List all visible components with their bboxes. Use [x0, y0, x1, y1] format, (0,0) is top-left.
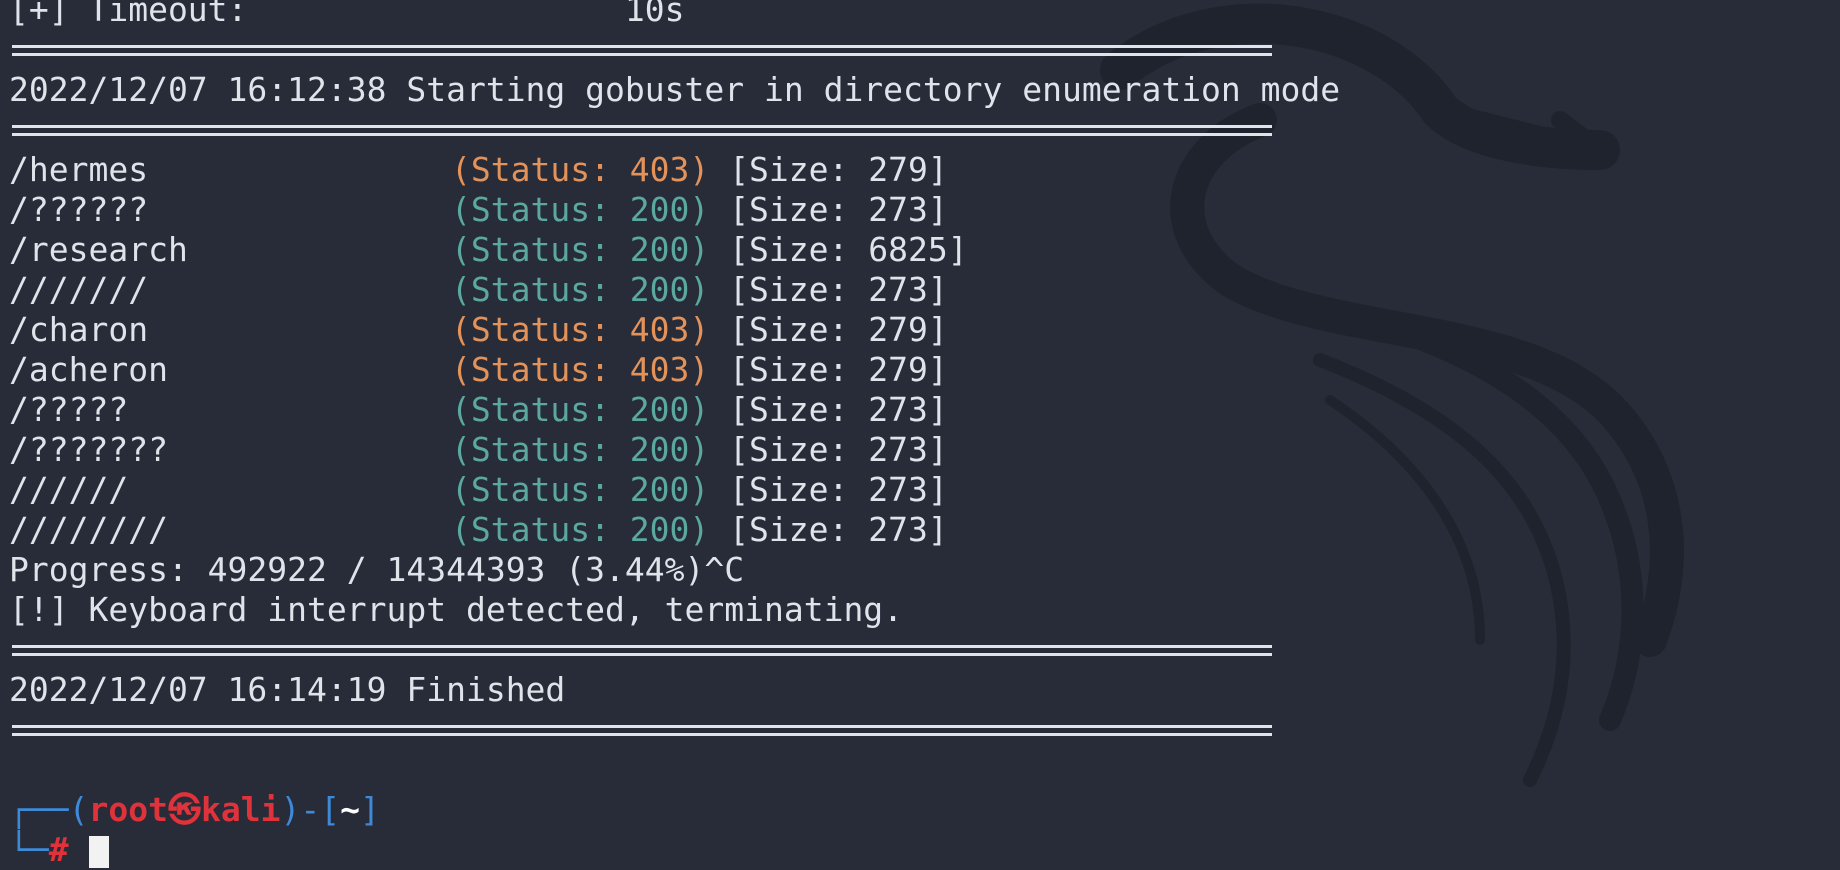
prompt-input-line[interactable]: └─#	[9, 830, 1829, 870]
result-row: //////// (Status: 200) [Size: 273]	[9, 510, 1829, 550]
result-path: ///////	[9, 270, 149, 309]
result-path: /research	[9, 230, 188, 269]
result-path: /hermes	[9, 150, 149, 189]
result-path: /??????	[9, 190, 149, 229]
result-size: [Size: 279]	[729, 150, 948, 189]
separator	[9, 30, 1829, 70]
separator	[9, 710, 1829, 750]
text-cursor[interactable]	[88, 835, 109, 868]
result-status: (Status: 200)	[451, 430, 710, 469]
prompt-user: root	[88, 790, 168, 829]
result-status: (Status: 200)	[451, 510, 710, 549]
result-status: (Status: 200)	[451, 190, 710, 229]
result-size: [Size: 273]	[729, 510, 948, 549]
prompt-dir: ~	[340, 790, 360, 829]
result-row: /hermes (Status: 403) [Size: 279]	[9, 150, 1829, 190]
interrupt-line: [!] Keyboard interrupt detected, termina…	[9, 590, 904, 629]
result-size: [Size: 273]	[729, 430, 948, 469]
result-size: [Size: 279]	[729, 310, 948, 349]
result-row: /charon (Status: 403) [Size: 279]	[9, 310, 1829, 350]
result-size: [Size: 273]	[729, 470, 948, 509]
result-path: /acheron	[9, 350, 168, 389]
result-status: (Status: 200)	[451, 230, 710, 269]
result-row: /research (Status: 200) [Size: 6825]	[9, 230, 1829, 270]
prompt-close: ]	[359, 790, 380, 829]
separator	[9, 630, 1829, 670]
shell-prompt: ┌──(root㉿kali)-[~]	[9, 790, 1829, 830]
prompt-host: kali	[200, 790, 281, 829]
result-status: (Status: 403)	[451, 150, 710, 189]
prompt-at-icon: ㉿	[167, 790, 201, 829]
start-line: 2022/12/07 16:12:38 Starting gobuster in…	[9, 70, 1341, 109]
result-path: /???????	[9, 430, 168, 469]
separator	[9, 110, 1829, 150]
terminal-output: [+] Timeout: 10s 2022/12/07 16:12:38 Sta…	[9, 0, 1829, 870]
result-row: /acheron (Status: 403) [Size: 279]	[9, 350, 1829, 390]
result-path: //////	[9, 470, 129, 509]
result-row: /??????? (Status: 200) [Size: 273]	[9, 430, 1829, 470]
result-row: /?????? (Status: 200) [Size: 273]	[9, 190, 1829, 230]
progress-line: Progress: 492922 / 14344393 (3.44%)^C	[9, 550, 745, 589]
result-status: (Status: 403)	[451, 350, 710, 389]
prompt-mid: )-[	[280, 790, 341, 829]
result-row: /????? (Status: 200) [Size: 273]	[9, 390, 1829, 430]
result-row: ////// (Status: 200) [Size: 273]	[9, 470, 1829, 510]
result-size: [Size: 273]	[729, 390, 948, 429]
result-size: [Size: 6825]	[729, 230, 968, 269]
result-size: [Size: 273]	[729, 270, 948, 309]
result-status: (Status: 200)	[451, 470, 710, 509]
result-path: ////////	[9, 510, 168, 549]
prompt-corner: └─	[9, 830, 49, 869]
result-row: /////// (Status: 200) [Size: 273]	[9, 270, 1829, 310]
prompt-hash: #	[48, 830, 69, 869]
prompt-open: ┌──(	[9, 790, 89, 829]
results-list: /hermes (Status: 403) [Size: 279] /?????? (…	[9, 150, 1829, 550]
timeout-line: [+] Timeout: 10s	[9, 0, 685, 29]
result-status: (Status: 403)	[451, 310, 710, 349]
finished-line: 2022/12/07 16:14:19 Finished	[9, 670, 566, 709]
result-status: (Status: 200)	[451, 390, 710, 429]
result-size: [Size: 279]	[729, 350, 948, 389]
result-size: [Size: 273]	[729, 190, 948, 229]
result-path: /?????	[9, 390, 129, 429]
result-status: (Status: 200)	[451, 270, 710, 309]
result-path: /charon	[9, 310, 149, 349]
